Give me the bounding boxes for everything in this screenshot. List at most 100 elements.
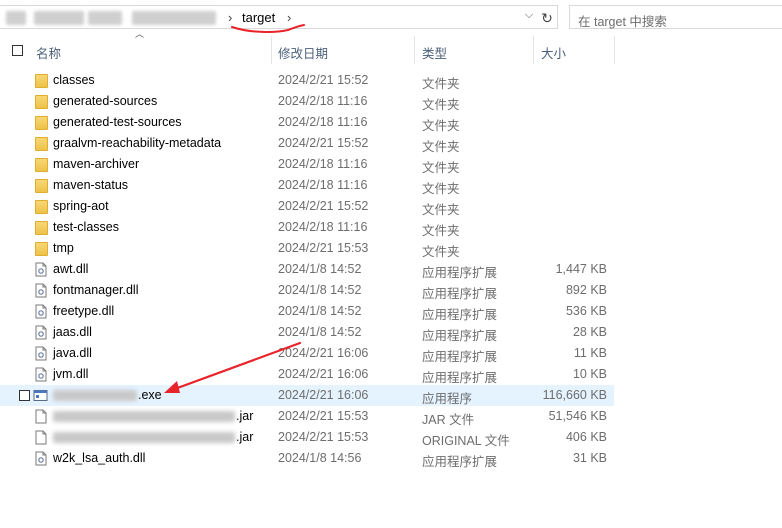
file-date: 2024/2/18 11:16 bbox=[278, 94, 368, 108]
folder-row[interactable]: maven-status 2024/2/18 11:16 文件夹 bbox=[0, 175, 614, 196]
folder-row[interactable]: tmp 2024/2/21 15:53 文件夹 bbox=[0, 238, 614, 259]
folder-icon bbox=[35, 74, 48, 88]
refresh-icon[interactable]: ↻ bbox=[538, 10, 556, 26]
folder-icon bbox=[35, 221, 48, 235]
folder-icon bbox=[35, 200, 48, 214]
file-type: 应用程序 bbox=[422, 392, 473, 406]
file-date: 2024/2/21 16:06 bbox=[278, 367, 369, 381]
file-size: 11 KB bbox=[573, 346, 607, 360]
file-name: awt.dll bbox=[53, 262, 89, 276]
column-name[interactable]: 名称 bbox=[36, 43, 61, 62]
file-name: classes bbox=[53, 73, 95, 87]
file-size: 10 KB bbox=[572, 367, 607, 381]
file-row[interactable]: awt.dll 2024/1/8 14:52 应用程序扩展 1,447 KB bbox=[0, 259, 614, 280]
file-name: .jar bbox=[53, 430, 253, 444]
file-type: 文件夹 bbox=[422, 182, 460, 196]
file-date: 2024/1/8 14:52 bbox=[278, 325, 362, 339]
folder-icon bbox=[35, 116, 48, 130]
column-divider[interactable] bbox=[614, 36, 615, 64]
column-type[interactable]: 类型 bbox=[422, 43, 447, 62]
file-size: 536 KB bbox=[565, 304, 607, 318]
file-date: 2024/2/21 16:06 bbox=[278, 388, 369, 402]
column-divider[interactable] bbox=[271, 36, 272, 64]
file-type: 应用程序扩展 bbox=[422, 308, 498, 322]
file-type: 应用程序扩展 bbox=[422, 350, 498, 364]
redacted-name bbox=[53, 390, 137, 402]
file-type: 文件夹 bbox=[422, 224, 460, 238]
file-type: JAR 文件 bbox=[422, 413, 475, 427]
search-input[interactable]: 在 target 中搜索 bbox=[569, 5, 782, 29]
column-size[interactable]: 大小 bbox=[541, 43, 566, 62]
file-date: 2024/2/18 11:16 bbox=[278, 220, 368, 234]
file-type: 应用程序扩展 bbox=[422, 371, 498, 385]
select-all-checkbox[interactable] bbox=[12, 45, 23, 56]
folder-row[interactable]: maven-archiver 2024/2/18 11:16 文件夹 bbox=[0, 154, 614, 175]
file-name: generated-test-sources bbox=[53, 115, 182, 129]
file-date: 2024/2/21 15:53 bbox=[278, 241, 369, 255]
file-row[interactable]: jvm.dll 2024/2/21 16:06 应用程序扩展 10 KB bbox=[0, 364, 614, 385]
file-row[interactable]: fontmanager.dll 2024/1/8 14:52 应用程序扩展 892 K… bbox=[0, 280, 614, 301]
column-divider[interactable] bbox=[533, 36, 534, 64]
file-name: generated-sources bbox=[53, 94, 158, 108]
file-row[interactable]: java.dll 2024/2/21 16:06 应用程序扩展 11 KB bbox=[0, 343, 614, 364]
file-row[interactable]: jaas.dll 2024/1/8 14:52 应用程序扩展 28 KB bbox=[0, 322, 614, 343]
column-divider[interactable] bbox=[414, 36, 415, 64]
chevron-down-icon[interactable]: ⌵ bbox=[522, 9, 536, 25]
file-date: 2024/1/8 14:52 bbox=[278, 262, 362, 276]
file-name: .exe bbox=[53, 388, 162, 402]
row-checkbox[interactable] bbox=[19, 390, 30, 401]
file-row[interactable]: w2k_lsa_auth.dll 2024/1/8 14:56 应用程序扩展 31 K… bbox=[0, 448, 614, 469]
dll-file-icon bbox=[33, 283, 48, 298]
folder-row[interactable]: generated-test-sources 2024/2/18 11:16 文件夹 bbox=[0, 112, 614, 133]
file-icon bbox=[33, 430, 48, 445]
file-date: 2024/2/21 15:52 bbox=[278, 136, 369, 150]
file-name: freetype.dll bbox=[53, 304, 115, 318]
file-name: test-classes bbox=[53, 220, 119, 234]
file-type: 文件夹 bbox=[422, 98, 460, 112]
file-name: spring-aot bbox=[53, 199, 109, 213]
folder-row[interactable]: spring-aot 2024/2/21 15:52 文件夹 bbox=[0, 196, 614, 217]
file-name: .jar bbox=[53, 409, 253, 423]
file-type: 文件夹 bbox=[422, 119, 460, 133]
file-name: java.dll bbox=[53, 346, 92, 360]
file-date: 2024/2/18 11:16 bbox=[278, 157, 368, 171]
file-size: 406 KB bbox=[565, 430, 607, 444]
redacted-path-segment bbox=[6, 11, 26, 25]
file-date: 2024/2/18 11:16 bbox=[278, 115, 368, 129]
folder-row[interactable]: test-classes 2024/2/18 11:16 文件夹 bbox=[0, 217, 614, 238]
redacted-name bbox=[53, 411, 235, 423]
redacted-path-segment bbox=[34, 11, 84, 25]
file-name: fontmanager.dll bbox=[53, 283, 139, 297]
file-size: 1,447 KB bbox=[555, 262, 607, 276]
file-size: 116,660 KB bbox=[542, 388, 607, 402]
folder-row[interactable]: classes 2024/2/21 15:52 文件夹 bbox=[0, 70, 614, 91]
file-type: 文件夹 bbox=[422, 140, 460, 154]
folder-row[interactable]: graalvm-reachability-metadata 2024/2/21 1… bbox=[0, 133, 614, 154]
dll-file-icon bbox=[33, 304, 48, 319]
folder-icon bbox=[35, 95, 48, 109]
file-size: 31 KB bbox=[572, 451, 607, 465]
file-type: 文件夹 bbox=[422, 161, 460, 175]
folder-icon bbox=[35, 179, 48, 193]
file-date: 2024/2/21 15:52 bbox=[278, 199, 369, 213]
file-extension: .jar bbox=[236, 409, 254, 423]
column-date[interactable]: 修改日期 bbox=[278, 43, 328, 62]
file-row[interactable]: .exe 2024/2/21 16:06 应用程序 116,660 KB bbox=[0, 385, 614, 406]
annotation-underline bbox=[231, 24, 305, 33]
folder-row[interactable]: generated-sources 2024/2/18 11:16 文件夹 bbox=[0, 91, 614, 112]
file-row[interactable]: freetype.dll 2024/1/8 14:52 应用程序扩展 536 KB bbox=[0, 301, 614, 322]
dll-file-icon bbox=[33, 451, 48, 466]
file-name: jvm.dll bbox=[53, 367, 89, 381]
file-row[interactable]: .jar 2024/2/21 15:53 ORIGINAL 文件 406 KB bbox=[0, 427, 614, 448]
folder-icon bbox=[35, 137, 48, 151]
file-type: ORIGINAL 文件 bbox=[422, 434, 510, 448]
file-date: 2024/1/8 14:52 bbox=[278, 304, 362, 318]
file-size: 892 KB bbox=[565, 283, 607, 297]
folder-icon bbox=[35, 158, 48, 172]
file-row[interactable]: .jar 2024/2/21 15:53 JAR 文件 51,546 KB bbox=[0, 406, 614, 427]
file-date: 2024/1/8 14:52 bbox=[278, 283, 362, 297]
file-name: w2k_lsa_auth.dll bbox=[53, 451, 146, 465]
file-extension: .jar bbox=[236, 430, 254, 444]
file-size: 28 KB bbox=[572, 325, 607, 339]
file-name: jaas.dll bbox=[53, 325, 92, 339]
